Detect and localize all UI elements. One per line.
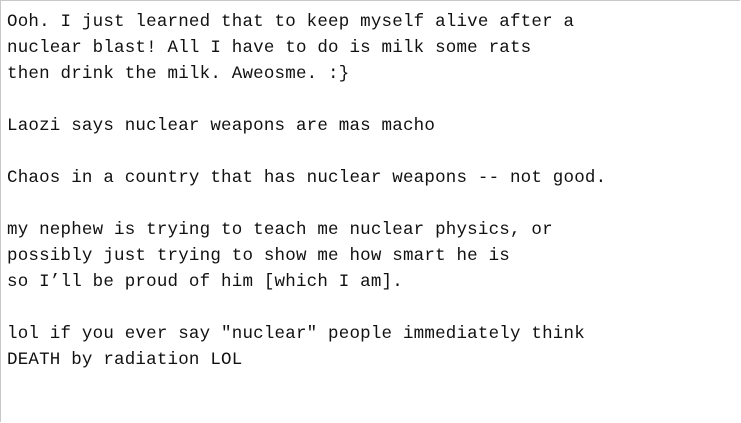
text-line: nuclear blast! All I have to do is milk … bbox=[7, 38, 532, 58]
text-document-frame: Ooh. I just learned that to keep myself … bbox=[0, 0, 740, 422]
text-line: possibly just trying to show me how smar… bbox=[7, 246, 510, 266]
text-line: Ooh. I just learned that to keep myself … bbox=[7, 12, 575, 32]
text-line: Chaos in a country that has nuclear weap… bbox=[7, 168, 607, 188]
text-line: so I’ll be proud of him [which I am]. bbox=[7, 272, 403, 292]
text-line: then drink the milk. Aweosme. :} bbox=[7, 64, 350, 84]
text-line: my nephew is trying to teach me nuclear … bbox=[7, 220, 553, 240]
text-area[interactable]: Ooh. I just learned that to keep myself … bbox=[7, 9, 737, 373]
text-line: lol if you ever say "nuclear" people imm… bbox=[7, 324, 585, 344]
text-line: DEATH by radiation LOL bbox=[7, 350, 243, 370]
text-line: Laozi says nuclear weapons are mas macho bbox=[7, 116, 436, 136]
